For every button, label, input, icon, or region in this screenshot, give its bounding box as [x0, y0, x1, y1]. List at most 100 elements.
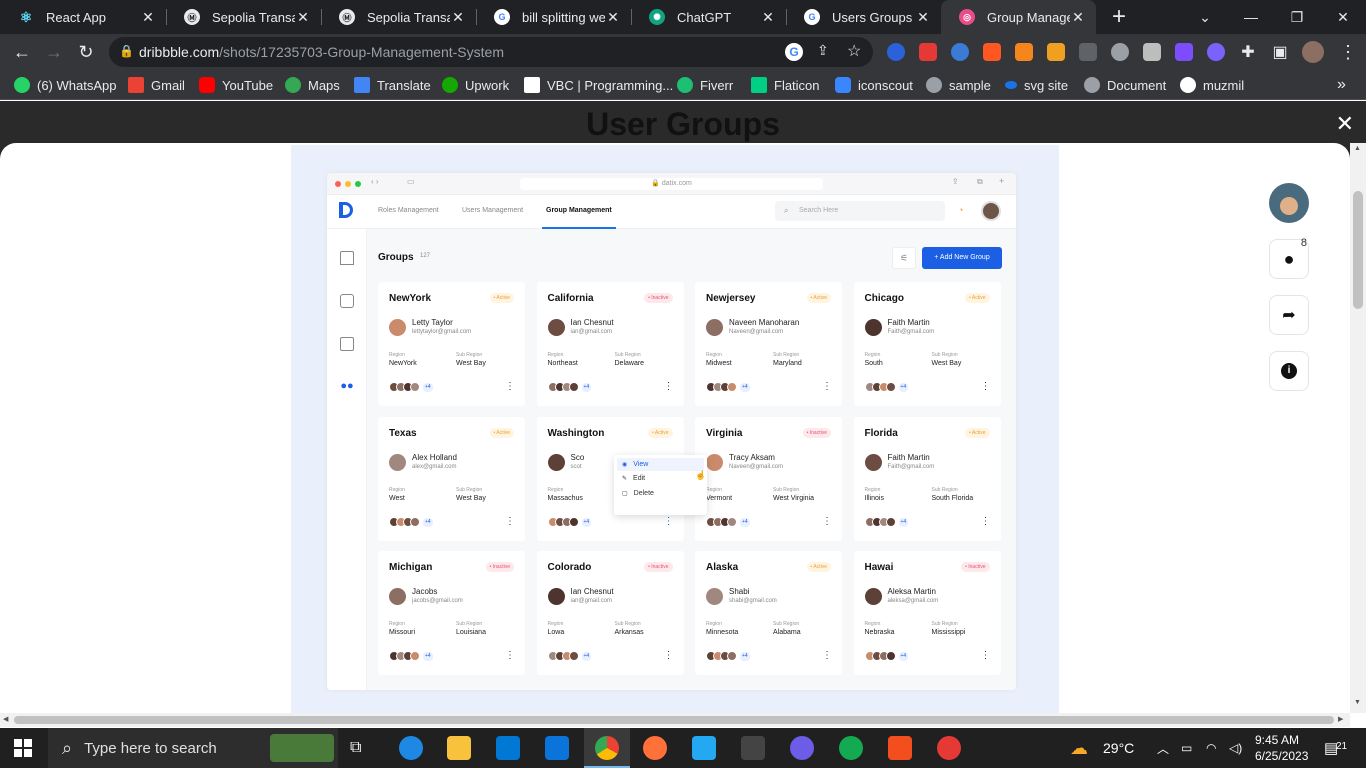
wifi-icon[interactable]: ◠ — [1206, 728, 1216, 768]
bookmark-sample[interactable]: sample — [926, 76, 991, 94]
more-options-icon[interactable]: ⋮ — [505, 651, 515, 661]
close-icon[interactable]: ✕ — [915, 9, 931, 25]
window-close-button[interactable]: ✕ — [1320, 0, 1366, 34]
bookmark-vbc[interactable]: VBC | Programming... — [524, 76, 673, 94]
more-options-icon[interactable]: ⋮ — [664, 651, 674, 661]
close-icon[interactable]: ✕ — [140, 9, 156, 25]
close-icon[interactable]: ✕ — [1336, 111, 1354, 137]
tab-bill-splitting[interactable]: G bill splitting webs ✕ — [476, 0, 631, 34]
side-panel-icon[interactable]: ▣ — [1266, 38, 1294, 66]
bookmark-youtube[interactable]: YouTube — [199, 76, 273, 94]
chrome-taskbar-button[interactable] — [584, 728, 630, 768]
group-card[interactable]: NewYork • Active Letty Taylor lettytaylor@g… — [378, 282, 525, 406]
battery-icon[interactable]: ▭ — [1181, 728, 1192, 768]
search-input[interactable]: ⌕ Search Here — [775, 201, 945, 221]
more-options-icon[interactable]: ⋮ — [664, 516, 674, 527]
calendar-icon[interactable] — [340, 337, 354, 351]
bell-icon[interactable]: ◔ — [958, 205, 963, 215]
bookmark-translate[interactable]: Translate — [354, 76, 431, 94]
clock-time[interactable]: 9:45 AM — [1255, 732, 1299, 748]
extension-icon[interactable] — [1143, 43, 1161, 61]
forward-arrow-icon[interactable]: → — [40, 38, 68, 66]
close-icon[interactable]: ✕ — [760, 9, 776, 25]
tab-sepolia-2[interactable]: Ⓜ Sepolia Transactio ✕ — [321, 0, 476, 34]
close-icon[interactable]: ✕ — [605, 9, 621, 25]
tab-react-app[interactable]: ⚛ React App ✕ — [0, 0, 166, 34]
close-icon[interactable]: ✕ — [1070, 9, 1086, 25]
close-icon[interactable]: ✕ — [295, 9, 311, 25]
extension-icon[interactable] — [1175, 43, 1193, 61]
chevron-up-icon[interactable]: ︿ — [1157, 728, 1169, 768]
recorder-icon[interactable] — [937, 736, 961, 760]
more-options-icon[interactable]: ⋮ — [822, 382, 832, 392]
extension-icon[interactable] — [1047, 43, 1065, 61]
scroll-right-icon[interactable]: ▶ — [1338, 715, 1343, 723]
bookmark-fiverr[interactable]: Fiverr — [677, 76, 733, 94]
extension-icon[interactable] — [951, 43, 969, 61]
group-card[interactable]: Virginia • Inactive Tracy Aksam Naveen@gmai… — [695, 416, 842, 541]
users-icon[interactable]: ●● — [340, 380, 354, 394]
scroll-down-icon[interactable]: ▼ — [1354, 699, 1361, 706]
menu-item-edit[interactable]: ✎ Edit — [622, 475, 645, 482]
file-explorer-icon[interactable] — [447, 736, 471, 760]
extension-icon[interactable] — [1079, 43, 1097, 61]
scroll-left-icon[interactable]: ◀ — [3, 715, 8, 723]
edge-icon[interactable] — [399, 736, 423, 760]
app-icon[interactable] — [790, 736, 814, 760]
group-card[interactable]: California • Inactive Ian Chesnut ian@gmail… — [536, 282, 684, 406]
git-icon[interactable] — [888, 736, 912, 760]
bookmark-document[interactable]: Document — [1084, 76, 1166, 94]
designer-avatar[interactable] — [1269, 183, 1309, 223]
weather-temperature[interactable]: 29°C — [1103, 728, 1134, 768]
tab-group-management[interactable]: Group Management — [546, 207, 612, 214]
puzzle-icon[interactable]: ✚ — [1234, 38, 1262, 66]
minimize-button[interactable]: — — [1228, 0, 1274, 34]
firefox-icon[interactable] — [643, 736, 667, 760]
info-button[interactable]: i — [1269, 351, 1309, 391]
bookmark-upwork[interactable]: Upwork — [442, 76, 509, 94]
bookmark-maps[interactable]: Maps — [285, 76, 340, 94]
bookmark-iconscout[interactable]: iconscout — [835, 76, 913, 94]
menu-item-delete[interactable]: ▢ Delete — [622, 490, 654, 497]
group-card[interactable]: Florida • Active Faith Martin Faith@gmail.c… — [853, 416, 1001, 541]
tab-chatgpt[interactable]: ✺ ChatGPT ✕ — [631, 0, 786, 34]
group-card[interactable]: Texas • Active Alex Holland alex@gmail.com R… — [378, 416, 525, 541]
bookmark-whatsapp[interactable]: (6) WhatsApp — [14, 76, 116, 94]
tab-group-management[interactable]: ◎ Group Manageme ✕ — [941, 0, 1096, 34]
more-options-icon[interactable]: ⋮ — [505, 382, 515, 392]
menu-kebab-icon[interactable]: ⋮ — [1334, 38, 1362, 66]
profile-avatar[interactable] — [1302, 41, 1324, 63]
mongodb-icon[interactable] — [839, 736, 863, 760]
more-options-icon[interactable]: ⋮ — [822, 651, 832, 661]
group-card[interactable]: Michigan • Inactive Jacobs jacobs@gmail.com… — [378, 551, 525, 675]
taskbar-search-box[interactable]: ⌕ Type here to search — [48, 728, 338, 768]
more-options-icon[interactable]: ⋮ — [822, 516, 832, 527]
tab-sepolia-1[interactable]: Ⓜ Sepolia Transactio ✕ — [166, 0, 321, 34]
avatar[interactable] — [981, 201, 1001, 221]
tab-search-icon[interactable]: ⌄ — [1182, 0, 1228, 34]
extension-icon[interactable] — [887, 43, 905, 61]
chart-icon[interactable] — [340, 294, 354, 308]
share-button[interactable]: ➦ — [1269, 295, 1309, 335]
more-options-icon[interactable]: ⋮ — [664, 382, 674, 392]
more-bookmarks-icon[interactable]: » — [1337, 76, 1346, 94]
bookmark-gmail[interactable]: Gmail — [128, 76, 185, 94]
metamask-icon[interactable] — [1015, 43, 1033, 61]
vertical-scrollbar[interactable]: ▲ ▼ — [1350, 143, 1366, 713]
extension-icon[interactable] — [919, 43, 937, 61]
bookmark-star-icon[interactable]: ☆ — [847, 41, 861, 61]
scrollbar-thumb[interactable] — [1353, 191, 1363, 309]
clock-date[interactable]: 6/25/2023 — [1255, 748, 1308, 764]
comments-button[interactable]: ● 8 — [1269, 237, 1309, 279]
volume-icon[interactable]: ◁) — [1229, 728, 1242, 768]
task-view-icon[interactable]: ⧉ — [350, 728, 361, 768]
terminal-icon[interactable] — [741, 736, 765, 760]
windows-start-icon[interactable] — [14, 739, 32, 757]
weather-icon[interactable]: ☁ — [1070, 728, 1088, 768]
home-icon[interactable] — [340, 251, 354, 265]
bookmark-flaticon[interactable]: Flaticon — [751, 76, 820, 94]
bookmark-svg-site[interactable]: svg site — [1005, 76, 1068, 94]
filter-icon[interactable]: ⚟ — [892, 247, 916, 269]
extension-icon[interactable] — [1111, 43, 1129, 61]
horizontal-scrollbar[interactable]: ◀ ▶ — [0, 713, 1350, 727]
